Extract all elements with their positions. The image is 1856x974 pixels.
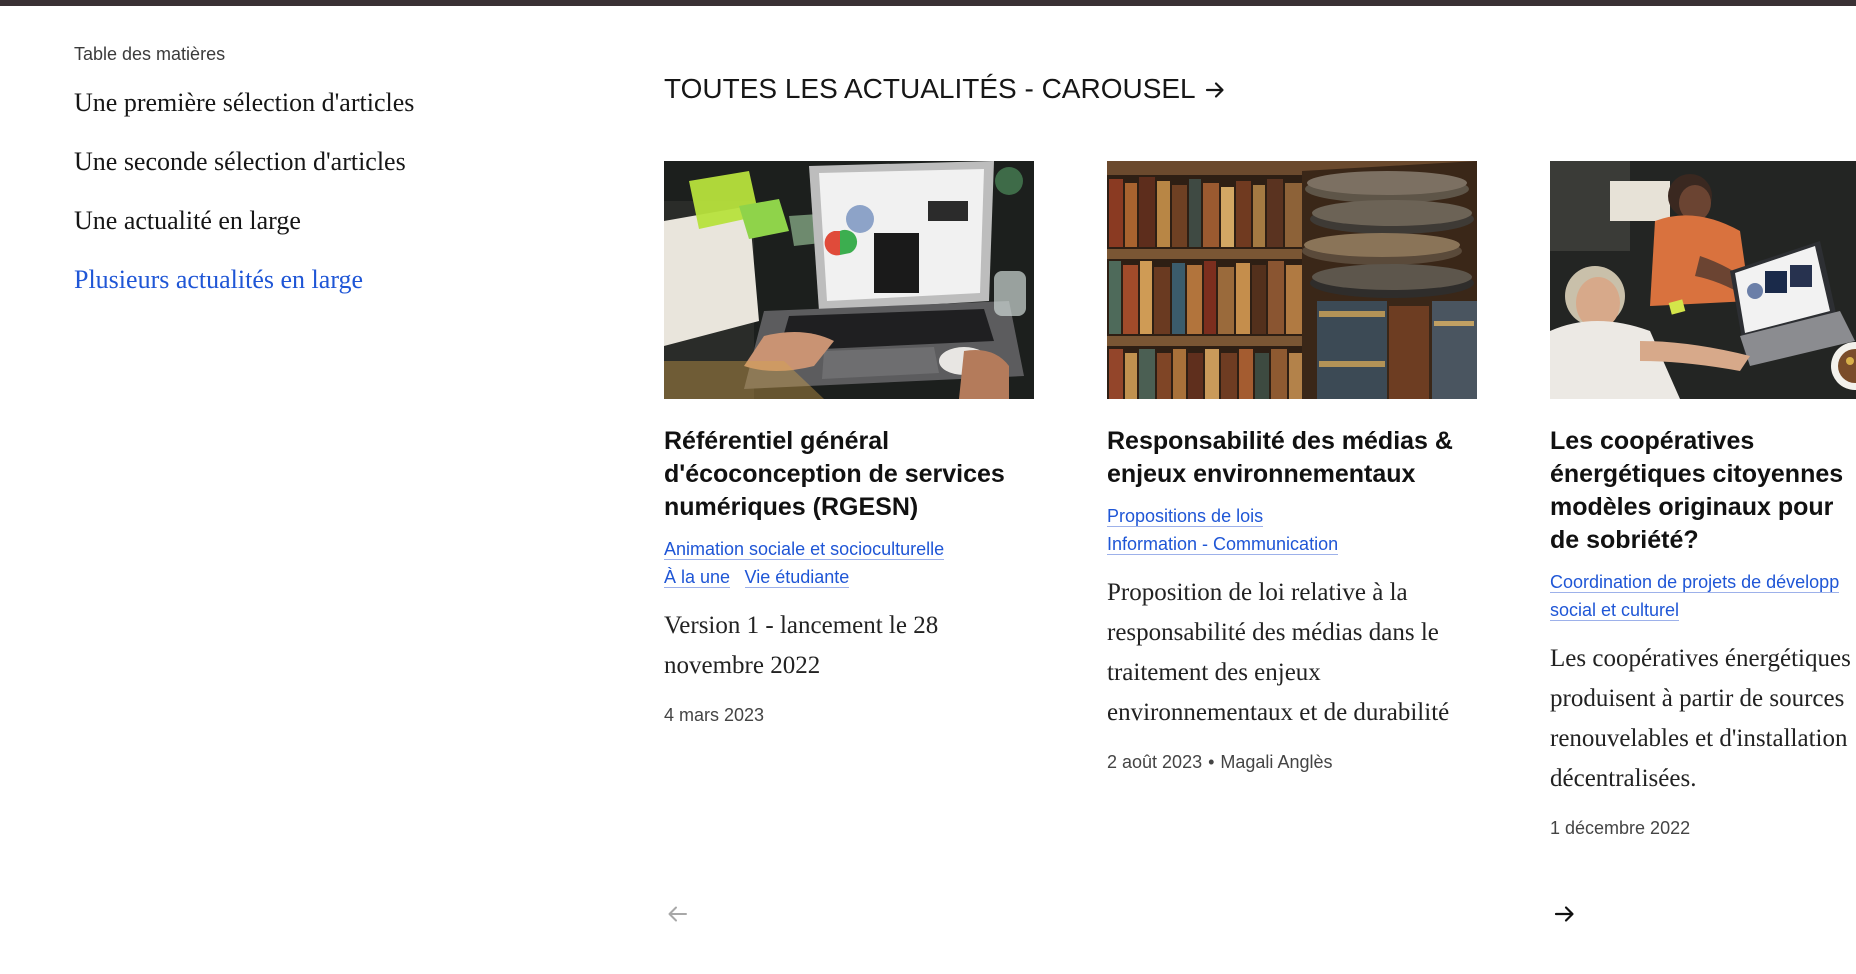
card-description-line: renouvelables et d'installation	[1550, 725, 1848, 752]
tag-link[interactable]: Coordination de projets de développ	[1550, 572, 1840, 593]
table-of-contents: Table des matières Une première sélectio…	[74, 44, 594, 323]
carousel-section-link[interactable]: TOUTES LES ACTUALITÉS - CAROUSEL	[664, 72, 1226, 109]
card-meta: 1 décembre 2022	[1550, 817, 1856, 839]
arrow-right-icon	[1554, 906, 1574, 922]
card-date: 4 mars 2023	[664, 705, 765, 725]
card-title-line: de sobriété?	[1550, 526, 1699, 554]
tag-link[interactable]: À la une	[664, 567, 731, 588]
card-tags: Animation sociale et socioculturelle À l…	[664, 536, 1034, 592]
tag-link[interactable]: social et culturel	[1550, 600, 1680, 621]
card-description: Version 1 - lancement le 28 novembre 202…	[664, 612, 939, 679]
news-card: Référentiel général d'écoconception de s…	[664, 161, 1034, 726]
card-description: Proposition de loi relative à la respons…	[1107, 579, 1450, 726]
tag-link[interactable]: Animation sociale et socioculturelle	[664, 539, 945, 560]
card-date: 2 août 2023	[1107, 752, 1203, 772]
arrow-right-icon	[1204, 75, 1226, 109]
news-carousel: Référentiel général d'écoconception de s…	[664, 161, 1856, 861]
card-tags: Coordination de projets de développ soci…	[1550, 569, 1856, 625]
news-card: Les coopératives énergétiques citoyennes m…	[1550, 161, 1856, 839]
section-title: TOUTES LES ACTUALITÉS - CAROUSEL	[664, 73, 1196, 104]
card-title[interactable]: Responsabilité des médias & enjeux envir…	[1107, 425, 1477, 491]
card-description-line: produisent à partir de sources	[1550, 685, 1845, 712]
card-author: Magali Anglès	[1220, 752, 1333, 772]
tag-link[interactable]: Propositions de lois	[1107, 506, 1264, 527]
tag-link[interactable]: Vie étudiante	[744, 567, 850, 588]
carousel-prev-button[interactable]	[664, 900, 692, 928]
toc-list: Une première sélection d'articles Une se…	[74, 87, 594, 296]
team-meeting-photo[interactable]	[1550, 161, 1856, 399]
card-title-line: Les coopératives	[1550, 427, 1755, 455]
card-title-line: énergétiques citoyennes	[1550, 460, 1844, 488]
card-title[interactable]: Les coopératives énergétiques citoyennes m…	[1550, 425, 1856, 557]
meta-separator: •	[1208, 752, 1215, 772]
card-description: Les coopératives énergétiques produisent …	[1550, 639, 1856, 799]
tag-link[interactable]: Information - Communication	[1107, 534, 1339, 555]
card-description-line: Les coopératives énergétiques	[1550, 645, 1851, 672]
news-card: Responsabilité des médias & enjeux envir…	[1107, 161, 1477, 773]
card-meta: 2 août 2023 • Magali Anglès	[1107, 751, 1477, 773]
toc-item-single-large-news[interactable]: Une actualité en large	[74, 205, 594, 237]
card-title-line: modèles originaux pour	[1550, 493, 1834, 521]
carousel-next-button[interactable]	[1550, 900, 1578, 928]
laptop-workspace-photo[interactable]	[664, 161, 1034, 399]
top-bar	[0, 0, 1856, 6]
toc-item-multiple-large-news[interactable]: Plusieurs actualités en large	[74, 264, 594, 296]
card-date: 1 décembre 2022	[1550, 818, 1691, 838]
toc-item-second-selection[interactable]: Une seconde sélection d'articles	[74, 146, 594, 178]
card-tags: Propositions de lois Information - Commu…	[1107, 503, 1477, 559]
card-title[interactable]: Référentiel général d'écoconception de s…	[664, 425, 1034, 524]
arrow-left-icon	[668, 906, 687, 922]
toc-item-first-selection[interactable]: Une première sélection d'articles	[74, 87, 594, 119]
card-description-line: décentralisées.	[1550, 765, 1697, 792]
card-meta: 4 mars 2023	[664, 704, 1034, 726]
toc-title: Table des matières	[74, 44, 226, 64]
library-books-photo[interactable]	[1107, 161, 1477, 399]
